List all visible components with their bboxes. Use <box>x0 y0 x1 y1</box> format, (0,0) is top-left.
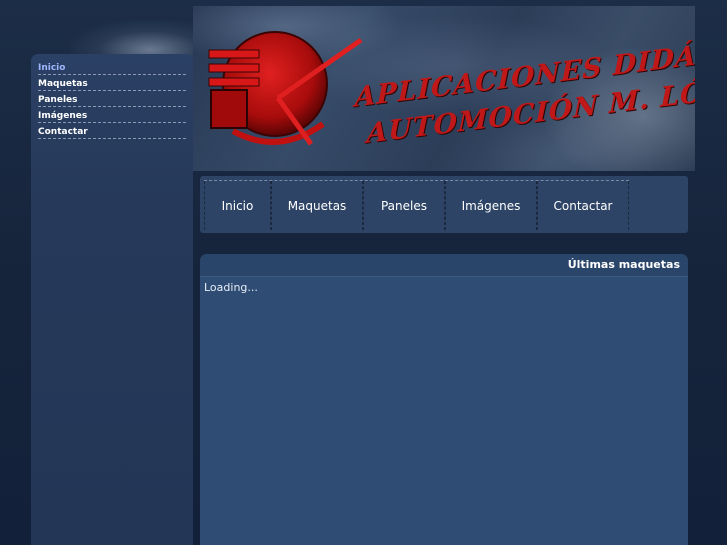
sidebar-item-maquetas[interactable]: Maquetas <box>38 78 186 91</box>
top-navigation: Inicio Maquetas Paneles Imágenes Contact… <box>200 176 688 233</box>
sidebar: Inicio Maquetas Paneles Imágenes Contact… <box>31 54 193 545</box>
main-content: Últimas maquetas Loading... <box>200 254 688 545</box>
sidebar-item-contactar[interactable]: Contactar <box>38 126 186 139</box>
sidebar-item-imagenes[interactable]: Imágenes <box>38 110 186 123</box>
section-heading: Últimas maquetas <box>200 254 688 277</box>
tab-maquetas[interactable]: Maquetas <box>271 181 363 230</box>
tab-inicio[interactable]: Inicio <box>204 181 271 230</box>
sidebar-item-inicio[interactable]: Inicio <box>38 62 186 75</box>
header-banner: APLICACIONES DIDÁCTICAS AUTOMOCIÓN M. LÓ… <box>193 6 695 171</box>
tab-paneles[interactable]: Paneles <box>363 181 445 230</box>
top-nav-bar: Inicio Maquetas Paneles Imágenes Contact… <box>204 180 629 230</box>
sidebar-item-paneles[interactable]: Paneles <box>38 94 186 107</box>
loading-status: Loading... <box>204 281 258 294</box>
tab-contactar[interactable]: Contactar <box>537 181 629 230</box>
tab-imagenes[interactable]: Imágenes <box>445 181 537 230</box>
